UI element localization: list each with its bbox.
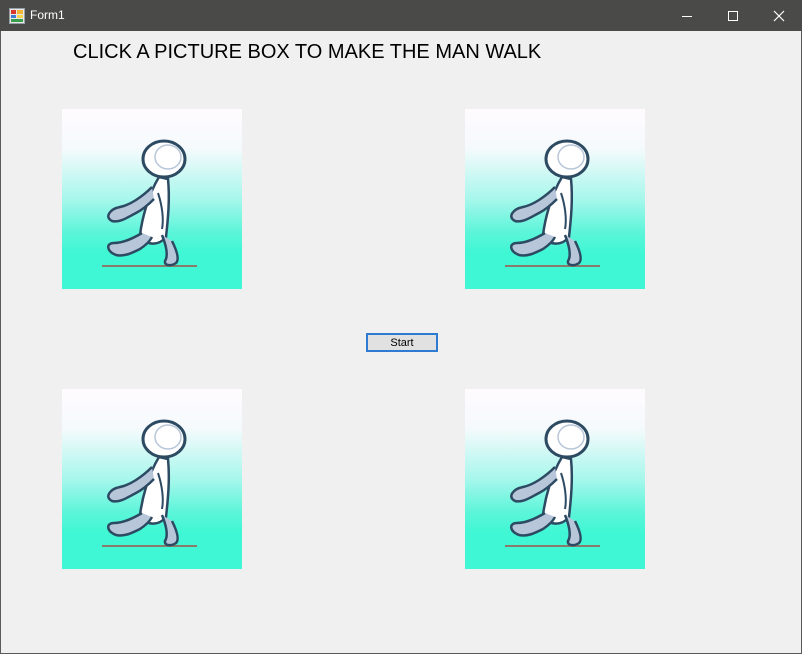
walking-man-icon: [505, 419, 600, 547]
app-icon[interactable]: [9, 8, 25, 24]
walking-man-icon: [102, 139, 197, 267]
picture-box-2[interactable]: [465, 109, 645, 289]
maximize-button[interactable]: [710, 0, 756, 31]
window-title: Form1: [30, 8, 65, 22]
start-button[interactable]: Start: [366, 333, 438, 352]
minimize-icon: [682, 15, 692, 17]
minimize-button[interactable]: [664, 0, 710, 31]
maximize-icon: [728, 10, 738, 21]
close-icon: [773, 10, 785, 21]
picture-box-1[interactable]: [62, 109, 242, 289]
instruction-heading: CLICK A PICTURE BOX TO MAKE THE MAN WALK: [73, 41, 542, 63]
close-button[interactable]: [756, 0, 802, 31]
picture-box-4[interactable]: [465, 389, 645, 569]
app-window: Form1 CLICK A PICTURE BOX TO MAKE THE MA…: [0, 0, 802, 654]
picture-box-3[interactable]: [62, 389, 242, 569]
walking-man-icon: [505, 139, 600, 267]
walking-man-icon: [102, 419, 197, 547]
title-bar[interactable]: Form1: [0, 0, 802, 31]
